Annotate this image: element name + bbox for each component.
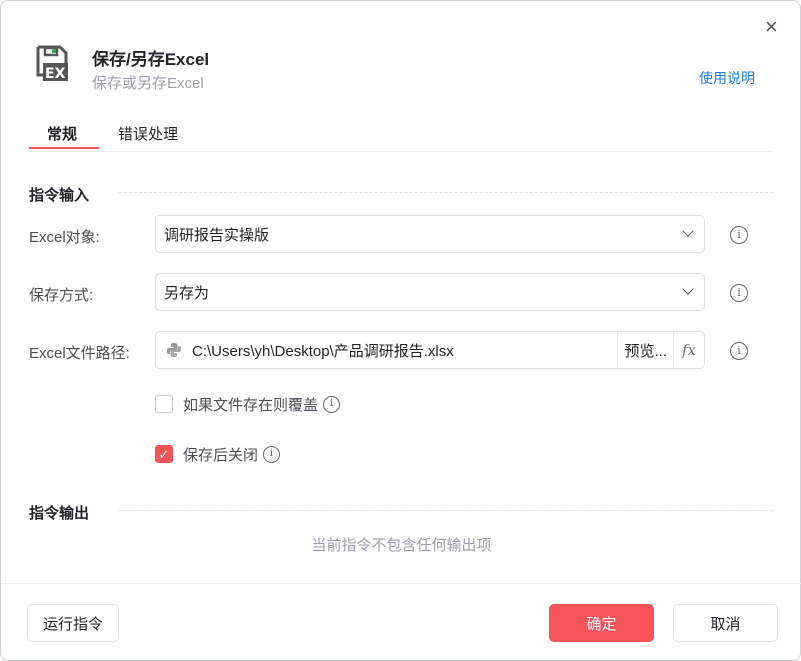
file-path-value: C:\Users\yh\Desktop\产品调研报告.xlsx	[192, 342, 454, 360]
help-link[interactable]: 使用说明	[699, 68, 755, 88]
footer-divider	[1, 583, 801, 584]
run-command-button[interactable]: 运行指令	[27, 604, 119, 642]
excel-save-icon: EX	[35, 44, 69, 82]
svg-text:EX: EX	[45, 66, 66, 82]
save-mode-value: 另存为	[164, 284, 210, 302]
tab-error-handling[interactable]: 错误处理	[118, 123, 178, 144]
cancel-button[interactable]: 取消	[673, 604, 778, 642]
tab-divider	[29, 151, 773, 152]
active-tab-indicator	[29, 147, 99, 149]
excel-object-value: 调研报告实操版	[164, 226, 270, 244]
excel-object-label: Excel对象:	[29, 229, 100, 246]
ok-button[interactable]: 确定	[549, 604, 654, 642]
close-icon[interactable]: ×	[765, 16, 778, 38]
file-path-label: Excel文件路径:	[29, 345, 130, 362]
close-after-save-label: 保存后关闭	[183, 447, 259, 464]
preview-button[interactable]: 预览...	[617, 332, 673, 368]
fx-button[interactable]: fx	[673, 332, 704, 368]
python-icon	[166, 342, 182, 358]
excel-object-select[interactable]: 调研报告实操版	[155, 215, 705, 253]
output-section-title: 指令输出	[29, 505, 90, 522]
info-icon[interactable]: i	[730, 342, 748, 360]
save-excel-dialog: × EX 保存/另存Excel 保存或另存Excel 使用说明 常规 错误处理 …	[0, 0, 801, 661]
overwrite-label: 如果文件存在则覆盖	[183, 397, 319, 414]
chevron-down-icon	[682, 225, 694, 237]
overwrite-checkbox[interactable]	[155, 395, 173, 413]
close-after-save-checkbox[interactable]: ✓	[155, 445, 173, 463]
empty-output-text: 当前指令不包含任何输出项	[311, 537, 492, 554]
dialog-subtitle: 保存或另存Excel	[92, 75, 204, 92]
tab-general[interactable]: 常规	[47, 123, 77, 144]
info-icon[interactable]: i	[730, 284, 748, 302]
info-icon[interactable]: i	[263, 446, 281, 463]
chevron-down-icon	[682, 283, 694, 295]
section-divider	[119, 510, 773, 511]
section-divider	[119, 192, 773, 193]
dialog-title: 保存/另存Excel	[92, 50, 210, 69]
input-section-title: 指令输入	[29, 187, 90, 204]
file-path-input[interactable]: C:\Users\yh\Desktop\产品调研报告.xlsx 预览... fx	[155, 331, 705, 369]
info-icon[interactable]: i	[730, 226, 748, 244]
save-mode-label: 保存方式:	[29, 287, 94, 304]
save-mode-select[interactable]: 另存为	[155, 273, 705, 311]
info-icon[interactable]: i	[323, 396, 341, 413]
